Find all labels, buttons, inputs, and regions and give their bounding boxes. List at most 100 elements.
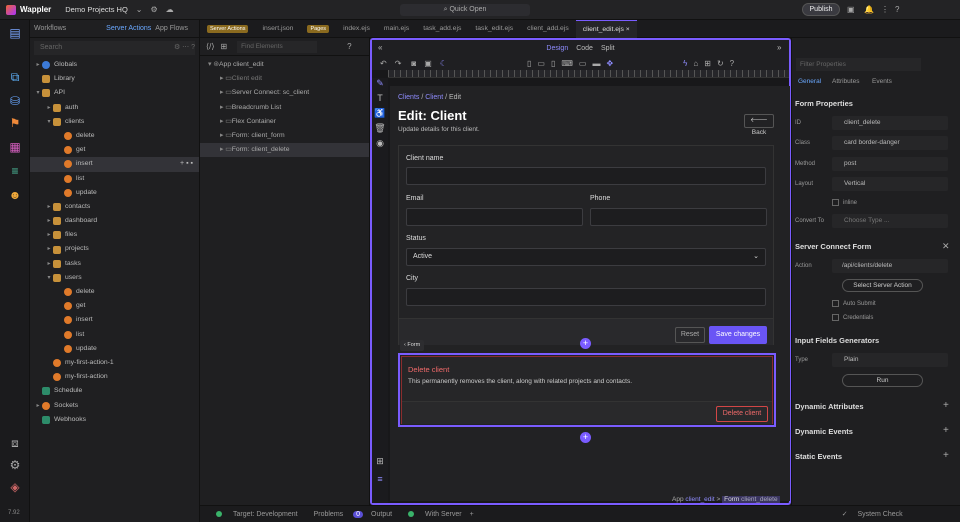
mode-split[interactable]: Split <box>601 45 615 52</box>
editor-tab[interactable]: task_add.ejs <box>416 20 468 38</box>
gear-icon[interactable]: ⚙ <box>151 5 158 14</box>
tree-item[interactable]: list <box>30 172 199 186</box>
structure-item[interactable]: ▸ ▭ Client edit <box>200 72 369 86</box>
client-name-input[interactable] <box>406 167 766 185</box>
editor-tab[interactable]: client_add.ejs <box>520 20 576 38</box>
chevron-down-icon[interactable]: ▾ <box>34 86 42 100</box>
tree-item[interactable]: ▾ API <box>30 86 199 100</box>
target-indicator[interactable]: Target: Development <box>208 511 298 518</box>
path-app-name[interactable]: client_edit <box>685 496 714 503</box>
help-icon[interactable]: ? <box>347 42 351 51</box>
chevron-right-icon[interactable]: ▸ <box>45 214 53 228</box>
tree-item[interactable]: delete <box>30 285 199 299</box>
chevron-down-icon[interactable]: ▾ <box>45 115 53 129</box>
tree-item[interactable]: Schedule <box>30 384 199 398</box>
chevron-right-icon[interactable]: ▸ <box>45 242 53 256</box>
server-actions-icon[interactable]: ⧉ <box>7 70 23 84</box>
filter-properties-input[interactable]: Filter Properties <box>796 58 921 71</box>
with-server-toggle[interactable]: With Server <box>400 511 462 518</box>
list-icon[interactable]: ≡ <box>372 474 388 489</box>
move-icon[interactable]: ✥ <box>606 59 613 68</box>
tree-item[interactable]: update <box>30 186 199 200</box>
action-value[interactable]: /api/clients/delete <box>832 259 948 273</box>
system-check[interactable]: ✓ System Check <box>834 510 903 518</box>
tree-item[interactable]: ▸ auth <box>30 101 199 115</box>
chevron-right-icon[interactable]: ▸ <box>45 101 53 115</box>
status-select[interactable]: Active ⌄ <box>406 248 766 266</box>
tree-item[interactable]: ▸ tasks <box>30 257 199 271</box>
structure-item[interactable]: ▾ ⊛ App client_edit <box>200 58 369 72</box>
problems-tab[interactable]: Problems 0 <box>306 510 364 518</box>
edit-icon[interactable]: ✎ <box>372 78 388 93</box>
path-form[interactable]: Form client_delete <box>722 496 780 503</box>
chevron-down-icon[interactable]: ▾ <box>45 271 53 285</box>
device-wide-icon[interactable]: ▬ <box>592 59 600 68</box>
chevron-right-icon[interactable]: ▸ <box>34 58 42 72</box>
add-element-icon[interactable]: + <box>580 338 591 349</box>
device-desktop-icon[interactable]: ▭ <box>579 59 587 68</box>
convert-to-select[interactable]: Choose Type ... <box>832 214 948 228</box>
tree-item[interactable]: list <box>30 328 199 342</box>
tab-app-flows[interactable]: App Flows <box>155 25 188 32</box>
editor-tab[interactable]: client_edit.ejs × <box>575 19 637 38</box>
city-input[interactable] <box>406 288 766 306</box>
editor-tab[interactable]: Pages <box>300 20 336 38</box>
select-server-action-button[interactable]: Select Server Action <box>842 279 923 292</box>
tree-item[interactable]: get <box>30 143 199 157</box>
layout-icon[interactable]: ▣ <box>847 5 855 14</box>
editor-tab[interactable]: insert.json <box>255 20 300 38</box>
tree-item[interactable]: delete <box>30 129 199 143</box>
inline-checkbox[interactable] <box>832 199 839 206</box>
class-value[interactable]: card border-danger <box>832 136 948 150</box>
tree-item[interactable]: ▸ files <box>30 228 199 242</box>
grid-icon[interactable]: ▣ <box>424 59 432 68</box>
tree-item[interactable]: Webhooks <box>30 413 199 427</box>
accessibility-icon[interactable]: ♿ <box>372 108 388 123</box>
tree-item[interactable]: ▸ Globals <box>30 58 199 72</box>
credentials-checkbox[interactable] <box>832 314 839 321</box>
bell-icon[interactable]: 🔔 <box>864 5 874 14</box>
tree-item[interactable]: ▾ users <box>30 271 199 285</box>
delete-client-form[interactable]: Delete client This permanently removes t… <box>398 353 776 427</box>
help-circle-icon[interactable]: ? <box>730 59 734 68</box>
auto-submit-checkbox[interactable] <box>832 300 839 307</box>
tree-item[interactable]: my-first-action <box>30 370 199 384</box>
chevron-right-icon[interactable]: ▸ <box>45 228 53 242</box>
method-select[interactable]: post <box>832 157 948 171</box>
collapse-right-icon[interactable]: » <box>777 43 781 52</box>
eye-icon[interactable]: ◉ <box>372 138 388 153</box>
help-icon[interactable]: ? <box>895 5 899 14</box>
find-elements-input[interactable]: Find Elements <box>237 40 318 53</box>
tree-item[interactable]: insert <box>30 313 199 327</box>
id-value[interactable]: client_delete <box>832 116 948 130</box>
text-icon[interactable]: T <box>372 93 388 108</box>
chevron-right-icon[interactable]: ▸ <box>34 399 42 413</box>
blocks-icon[interactable]: ⊞ <box>704 59 711 68</box>
chevron-right-icon[interactable]: ▸ <box>45 257 53 271</box>
mode-code[interactable]: Code <box>576 45 593 52</box>
panel-search-input[interactable]: Search ⚙ ⋯ ? <box>34 41 195 55</box>
device-phone-icon[interactable]: ▯ <box>527 59 531 68</box>
layers-icon[interactable]: ≡ <box>7 164 23 178</box>
robot-icon[interactable]: ☻ <box>7 188 23 202</box>
tab-server-actions[interactable]: Server Actions <box>106 25 151 32</box>
collapse-left-icon[interactable]: « <box>378 43 382 52</box>
settings-icon[interactable]: ⚙ ⋯ ? <box>174 41 195 55</box>
phone-input[interactable] <box>590 208 767 226</box>
quick-open[interactable]: ⌕ Quick Open <box>400 4 530 16</box>
refresh-icon[interactable]: ↻ <box>717 59 724 68</box>
layout-builder-icon[interactable]: ⊞ <box>220 42 227 51</box>
settings-gear-icon[interactable]: ⚙ <box>7 458 23 472</box>
add-icon[interactable]: + <box>470 511 474 518</box>
save-changes-button[interactable]: Save changes <box>709 326 767 344</box>
mode-design[interactable]: Design <box>546 45 568 52</box>
trash-icon[interactable]: 🗑 <box>372 123 388 138</box>
add-dynamic-attribute-icon[interactable]: + <box>943 400 949 411</box>
form-element-tag[interactable]: ‹ Form <box>400 340 425 351</box>
tab-events[interactable]: Events <box>872 78 892 85</box>
cloud-icon[interactable]: ☁ <box>166 5 174 14</box>
undo-icon[interactable]: ↶ <box>380 59 387 68</box>
output-tab[interactable]: Output <box>371 511 392 518</box>
device-tablet-icon[interactable]: ▭ <box>537 59 545 68</box>
tree-item[interactable]: ▸ dashboard <box>30 214 199 228</box>
